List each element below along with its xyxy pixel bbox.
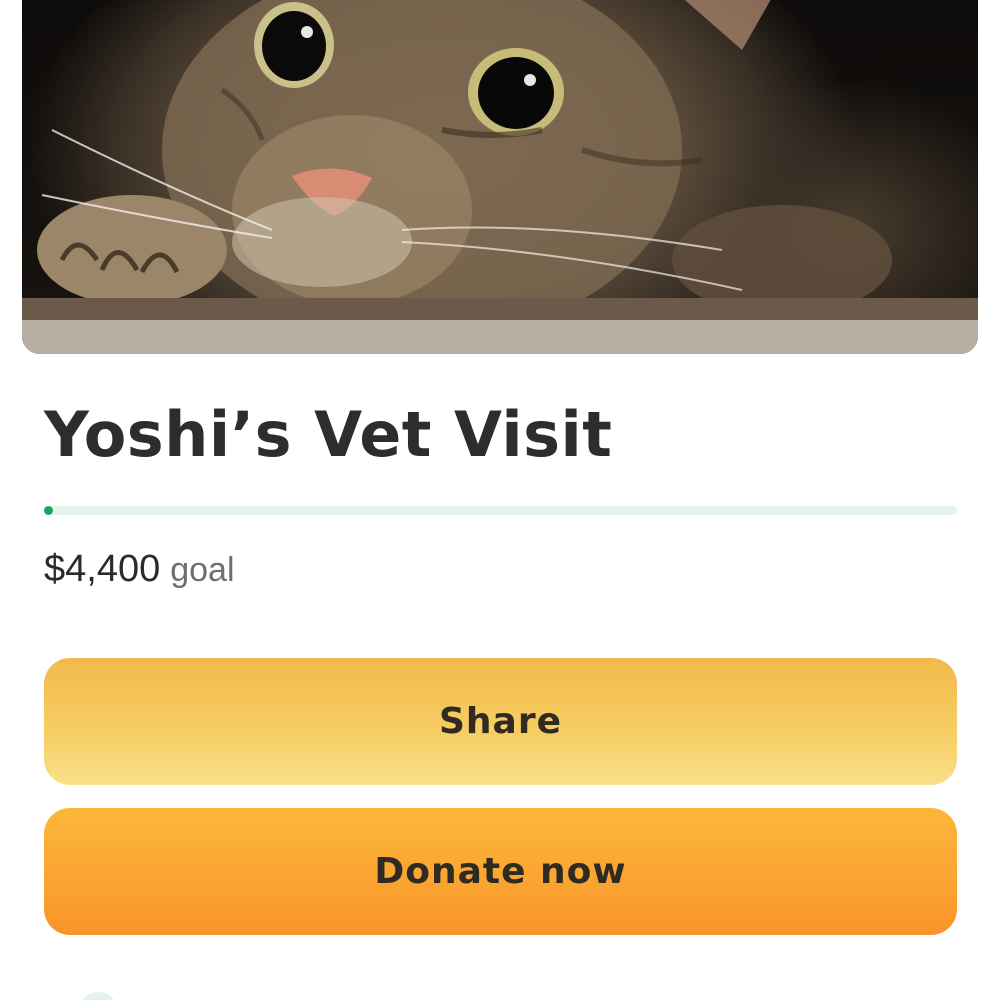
goal-summary: $4,400 goal — [44, 548, 235, 591]
cat-illustration — [22, 0, 978, 354]
campaign-page: Yoshi’s Vet Visit $4,400 goal Share Donat… — [0, 0, 1000, 1000]
donate-now-button[interactable]: Donate now — [44, 808, 957, 935]
goal-label: goal — [170, 551, 235, 589]
goal-amount: $4,400 — [44, 548, 161, 590]
partial-avatar — [78, 992, 118, 1000]
share-button[interactable]: Share — [44, 658, 957, 785]
fundraising-progress-bar — [44, 506, 957, 515]
campaign-title: Yoshi’s Vet Visit — [44, 398, 613, 471]
progress-fill — [44, 506, 53, 515]
hero-cat-photo — [22, 0, 978, 354]
